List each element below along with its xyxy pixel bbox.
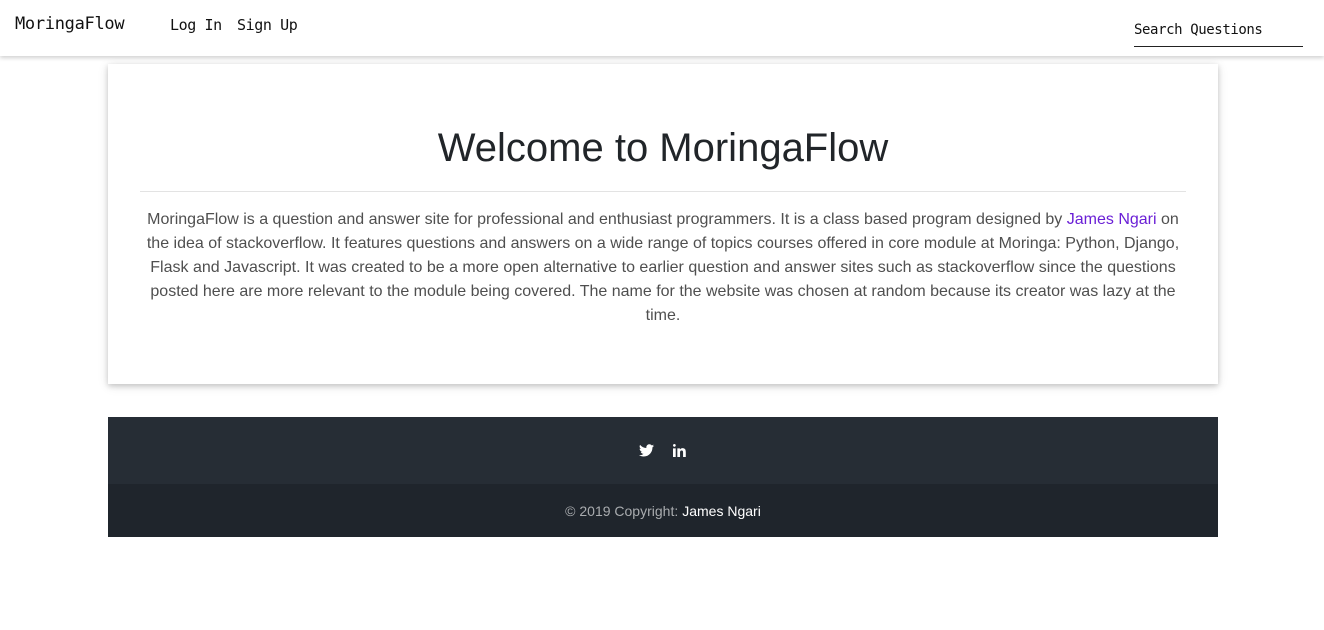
footer-copyright: © 2019 Copyright: James Ngari — [108, 484, 1218, 537]
copyright-text: © 2019 Copyright: — [565, 502, 679, 519]
author-link[interactable]: James Ngari — [1067, 211, 1157, 228]
login-link[interactable]: Log In — [170, 16, 222, 34]
twitter-icon[interactable] — [637, 441, 655, 459]
footer-social-bar — [108, 417, 1218, 484]
signup-link[interactable]: Sign Up — [237, 16, 298, 34]
page-title: Welcome to MoringaFlow — [437, 126, 889, 170]
description-text: MoringaFlow is a question and answer sit… — [140, 208, 1186, 328]
navbar: MoringaFlow Log In Sign Up — [0, 0, 1324, 56]
brand-link[interactable]: MoringaFlow — [15, 14, 125, 34]
search-field — [1134, 14, 1303, 47]
footer-author-link[interactable]: James Ngari — [682, 503, 761, 519]
divider — [140, 191, 1186, 192]
linkedin-icon[interactable] — [670, 441, 688, 459]
search-input[interactable] — [1134, 14, 1303, 46]
welcome-card: Welcome to MoringaFlow MoringaFlow is a … — [108, 64, 1218, 384]
description-intro: MoringaFlow is a question and answer sit… — [147, 211, 1067, 228]
